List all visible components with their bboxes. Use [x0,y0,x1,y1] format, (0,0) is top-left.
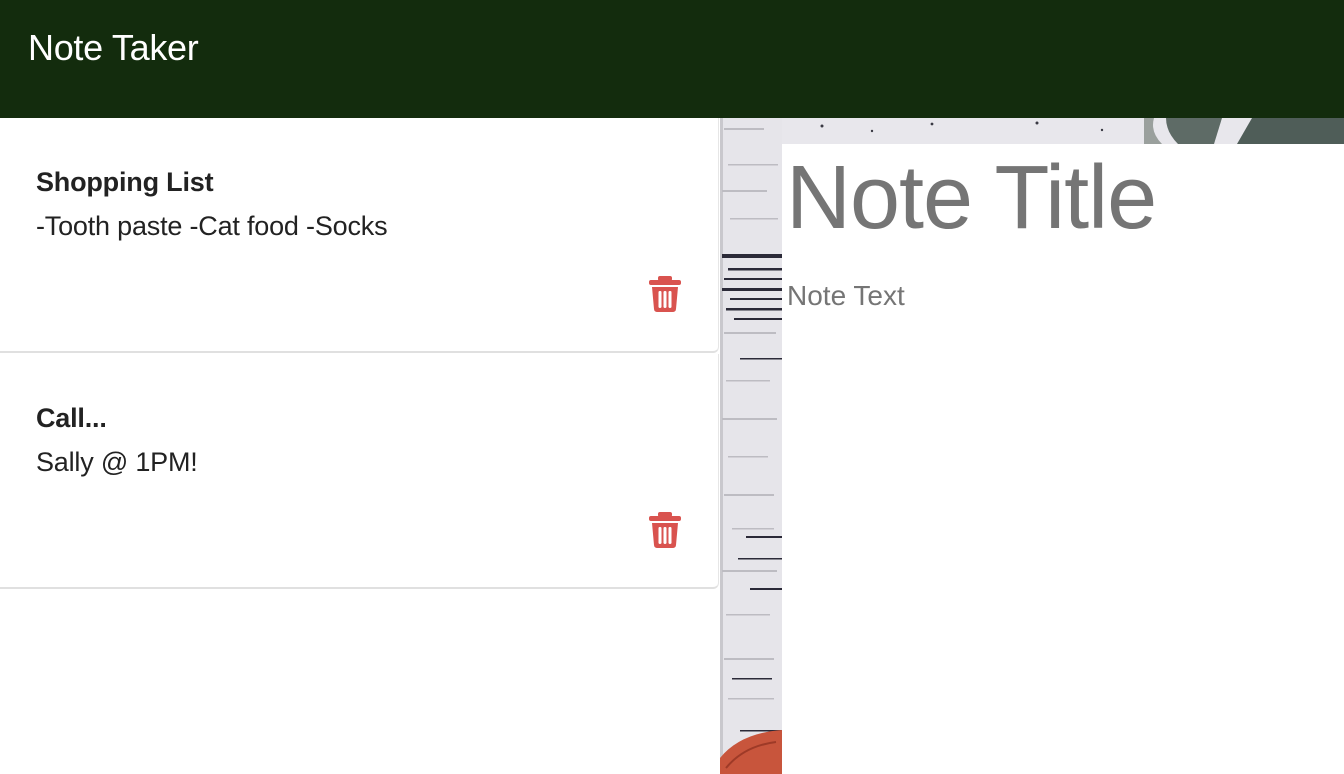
note-text: Sally @ 1PM! [36,447,198,477]
list-item[interactable]: Shopping List -Tooth paste -Cat food -So… [0,118,719,353]
trash-icon [649,512,681,548]
background-texture-top [782,118,1344,144]
note-title: Shopping List [36,167,214,197]
note-text: -Tooth paste -Cat food -Socks [36,211,388,241]
list-item[interactable]: Call... Sally @ 1PM! [0,354,719,589]
trash-icon [649,276,681,312]
navbar: Note Taker [0,0,1344,118]
delete-note-button[interactable] [649,276,681,312]
delete-note-button[interactable] [649,512,681,548]
note-text-input[interactable] [787,278,1327,678]
background-texture [720,118,782,774]
app-title[interactable]: Note Taker [28,28,199,68]
note-list: Shopping List -Tooth paste -Cat food -So… [0,118,720,774]
note-title: Call... [36,403,107,433]
note-editor [782,144,1344,774]
note-title-input[interactable] [786,150,1326,246]
